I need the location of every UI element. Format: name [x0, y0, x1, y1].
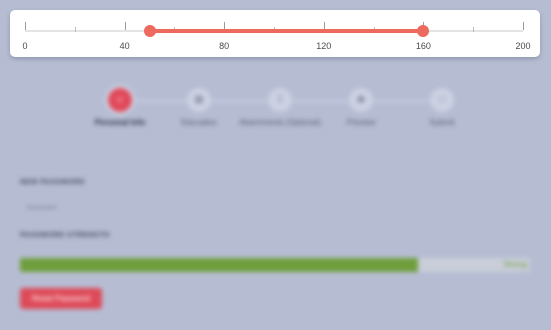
password-strength-text: Strong	[503, 260, 527, 269]
slider-tick	[25, 22, 26, 30]
step-label: Personal Info	[94, 118, 146, 127]
slider-tick-label: 120	[316, 41, 332, 51]
step-label: Attachments (Optional)	[239, 118, 321, 127]
slider-tick	[473, 27, 475, 32]
step-item[interactable]: ◉ Preview	[319, 88, 403, 128]
step-item[interactable]: ‡ Attachments (Optional)	[238, 88, 322, 128]
user-icon: ⌂	[108, 88, 132, 112]
slider-tick	[124, 22, 126, 30]
step-label: Education	[181, 118, 217, 127]
background-form: ⌂ Personal Info ▦ Education ‡ Attachments (Op…	[0, 60, 551, 330]
attachment-icon: ‡	[268, 88, 292, 112]
step-label: Submit	[429, 118, 455, 127]
slider-tick	[74, 27, 76, 32]
slider-selected-range	[149, 29, 424, 33]
document-icon: □	[430, 88, 454, 112]
step-item[interactable]: □ Submit	[400, 88, 484, 128]
step-label: Preview	[346, 118, 376, 127]
password-strength-fill	[20, 258, 418, 272]
new-password-field[interactable]: ••••••••	[27, 203, 57, 212]
eye-icon: ◉	[349, 88, 373, 112]
slider-tick	[523, 22, 524, 30]
slider-tick-label: 80	[219, 41, 230, 51]
slider-tick-label: 200	[515, 41, 531, 51]
password-strength-label: PASSWORD STRENGTH	[20, 232, 110, 239]
slider-tick-label: 40	[119, 41, 130, 51]
slider-tick-label: 0	[22, 41, 28, 51]
slider-handle-high[interactable]	[417, 25, 430, 37]
step-item[interactable]: ⌂ Personal Info	[78, 88, 162, 128]
reset-password-button[interactable]: Reset Password	[20, 288, 102, 309]
grid-icon: ▦	[187, 88, 211, 112]
range-slider-card: 0 40 80 120 160 200	[10, 10, 540, 57]
step-item[interactable]: ▦ Education	[157, 88, 241, 128]
stepper: ⌂ Personal Info ▦ Education ‡ Attachments (Op…	[0, 60, 551, 160]
slider-handle-low[interactable]	[143, 25, 156, 37]
slider-tick-label: 160	[415, 41, 431, 51]
password-strength-meter: Strong	[20, 258, 530, 272]
new-password-label: NEW PASSWORD	[20, 179, 85, 186]
